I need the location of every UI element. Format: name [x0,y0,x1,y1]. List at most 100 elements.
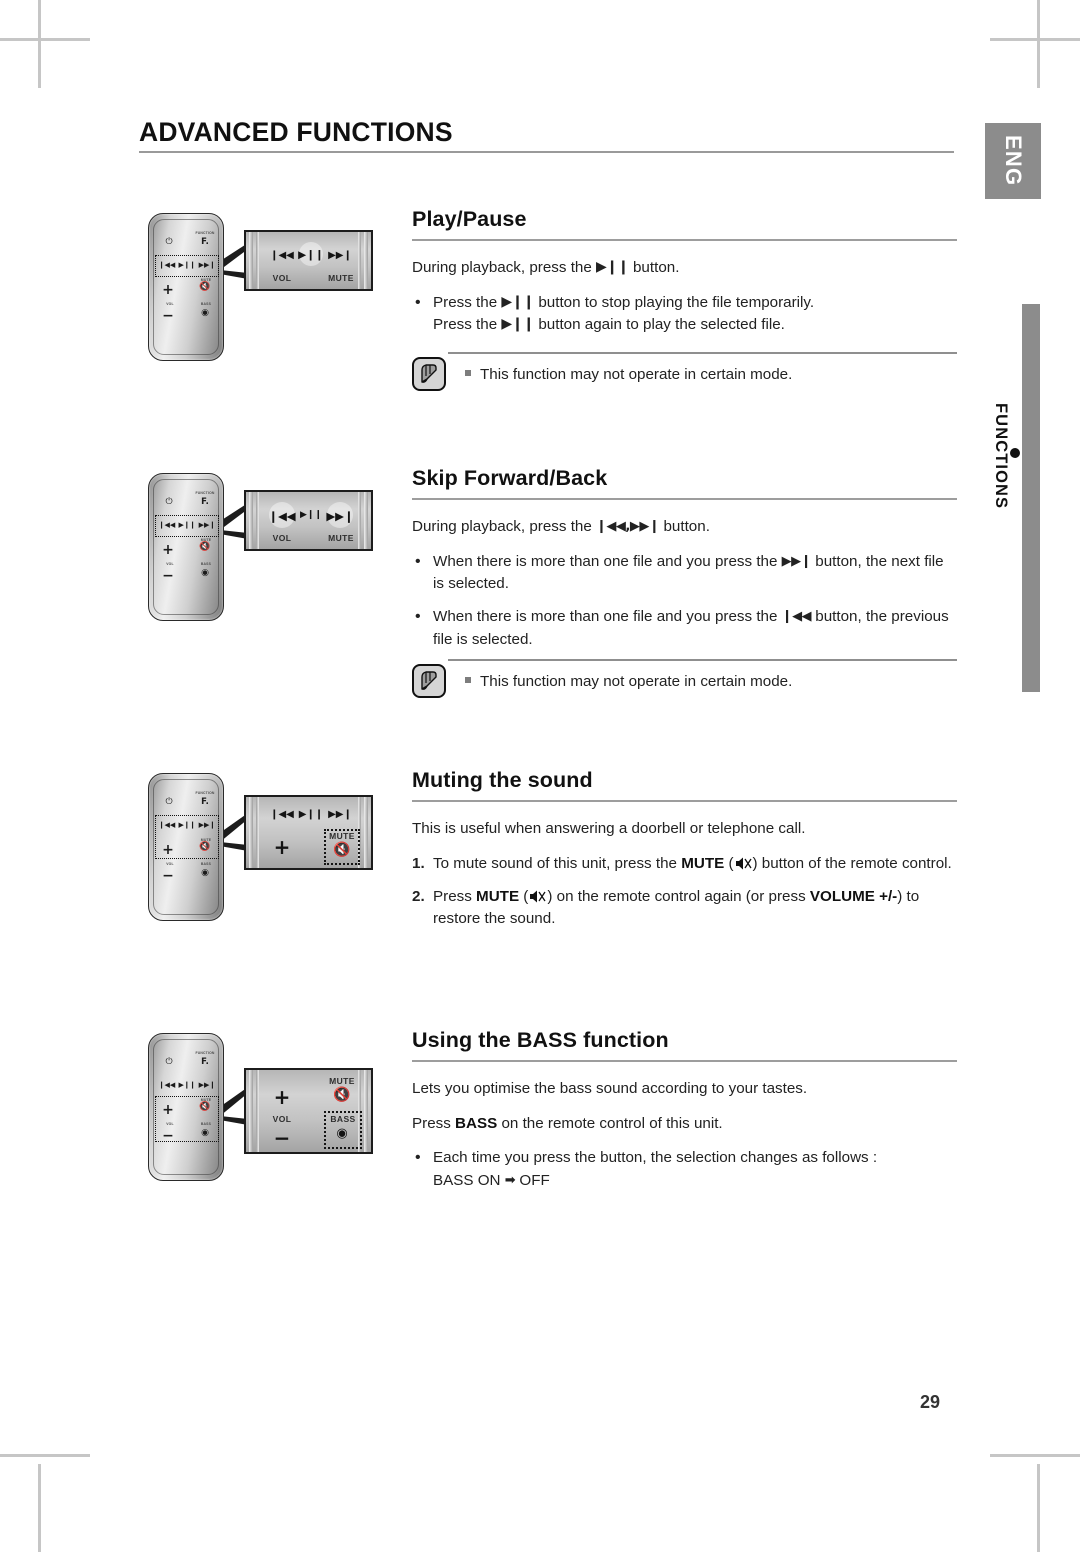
callout-next-key: ▶▶❙ [326,509,354,523]
note-text: This function may not operate in certain… [480,673,793,690]
section-bullet: Press the ▶❙❙ button to stop playing the… [412,291,957,337]
callout-volume-up-key: + [273,1085,291,1109]
page-number: 29 [920,1392,941,1412]
remote-bass-label: BASS [200,302,212,306]
chapter-side-label: FUNCTIONS [992,326,1020,586]
chapter-bullet-icon [1010,447,1020,458]
remote-control: ⏻ FUNCTION F. ❙◀◀ ▶❙❙ ▶▶❙ + MUTE 🔇 VOL B… [148,213,224,361]
note-icon [412,664,446,698]
arrow-icon: ➡ [504,1172,516,1188]
remote-next-key: ▶▶❙ [198,521,216,529]
remote-bass-key: ◉ [201,1128,209,1138]
callout-mute-label: MUTE [328,533,354,543]
remote-power-key: ⏻ [165,1057,173,1067]
remote-prev-key: ❙◀◀ [158,1081,176,1089]
remote-volume-down-key: − [162,868,174,884]
section-bullet: When there is more than one file and you… [412,550,957,596]
note-divider [448,352,957,354]
callout-bass: MUTE + 🔇 VOL BASS − ◉ [244,1068,373,1154]
volume-keyword: VOLUME +/- [809,887,898,905]
callout-volume-up-key: + [273,835,291,859]
note-text-wrap: This function may not operate in certain… [465,364,945,385]
section-press-line: Press BASS on the remote control of this… [412,1114,723,1132]
section-divider [412,1060,957,1062]
remote-prev-key: ❙◀◀ [158,521,176,529]
remote-mute-key: 🔇 [199,282,211,292]
bass-keyword: BASS [455,1114,498,1132]
section-divider [412,498,957,500]
section-muting-the-sound: Muting the sound This is useful when ans… [412,768,957,942]
crop-mark-top-right-v [1037,0,1040,88]
playpause-glyph: ▶❙❙ [596,259,629,275]
mute-keyword: MUTE [681,854,725,872]
callout-prev-key: ❙◀◀ [268,509,296,523]
section-intro: Lets you optimise the bass sound accordi… [412,1080,808,1097]
callout-playpause: ❙◀◀ ▶❙❙ ▶▶❙ VOL MUTE [244,230,373,291]
callout-playpause-key: ▶❙❙ [298,809,324,820]
crop-mark-bottom-left-v [38,1464,41,1552]
section-divider [412,239,957,241]
section-intro: During playback, press the ▶❙❙ button. [412,259,680,276]
callout-mute-label: MUTE [329,831,355,841]
remote-function-label: FUNCTION [195,1051,215,1055]
callout-skip: ❙◀◀ ▶❙❙ ▶▶❙ VOL MUTE [244,490,373,551]
playpause-glyph: ▶❙❙ [501,293,535,310]
figure-play-pause: ⏻ FUNCTION F. ❙◀◀ ▶❙❙ ▶▶❙ + MUTE 🔇 VOL B… [148,213,373,361]
callout-next-key: ▶▶❙ [328,809,352,820]
section-heading: Using the BASS function [412,1028,669,1052]
remote-next-key: ▶▶❙ [198,821,216,829]
remote-next-key: ▶▶❙ [198,1081,216,1089]
callout-playpause-key: ▶❙❙ [298,249,324,261]
remote-playpause-key: ▶❙❙ [178,821,196,829]
remote-volume-label: VOL [166,862,174,866]
figure-skip: ⏻ FUNCTION F. ❙◀◀ ▶❙❙ ▶▶❙ + MUTE 🔇 VOL B… [148,473,373,621]
crop-mark-top-left-v [38,0,41,88]
remote-volume-down-key: − [162,568,174,584]
remote-volume-label: VOL [166,1122,174,1126]
note-bullet-icon [465,677,471,683]
remote-bass-key: ◉ [201,308,209,318]
callout-vol-label: VOL [272,273,292,283]
remote-bass-label: BASS [200,862,212,866]
remote-control: ⏻ FUNCTION F. ❙◀◀ ▶❙❙ ▶▶❙ + MUTE 🔇 VOL B… [148,473,224,621]
mute-keyword: MUTE [476,887,520,905]
remote-power-key: ⏻ [165,797,173,807]
remote-volume-down-key: − [162,1128,174,1144]
mute-icon [529,889,546,904]
remote-function-key: F. [201,497,209,507]
callout-mute-label: MUTE [329,1076,355,1086]
crop-mark-bottom-right-h [990,1454,1080,1457]
callout-vol-label: VOL [272,533,292,543]
language-tab: ENG [985,123,1041,199]
section-step: 1. To mute sound of this unit, press the … [412,853,957,875]
skip-glyphs: ❙◀◀,▶▶❙ [596,519,660,534]
remote-control: ⏻ FUNCTION F. ❙◀◀ ▶❙❙ ▶▶❙ + MUTE 🔇 VOL B… [148,1033,224,1181]
callout-bass-key: ◉ [336,1126,348,1141]
section-play-pause: Play/Pause During playback, press the ▶❙… [412,207,957,348]
crop-mark-top-right-h [990,38,1080,41]
callout-mute: ❙◀◀ ▶❙❙ ▶▶❙ + MUTE 🔇 [244,795,373,870]
remote-volume-down-key: − [162,308,174,324]
remote-power-key: ⏻ [165,237,173,247]
section-step: 2. Press MUTE () on the remote control ag… [412,887,920,928]
chapter-side-bar [1022,304,1040,692]
callout-mute-key: 🔇 [333,842,351,858]
section-bullet: When there is more than one file and you… [412,605,957,651]
remote-playpause-key: ▶❙❙ [178,1081,196,1089]
note-text: This function may not operate in certain… [480,366,793,383]
note-divider [448,659,957,661]
remote-volume-label: VOL [166,562,174,566]
callout-vol-label: VOL [272,1114,292,1124]
section-intro: This is useful when answering a doorbell… [412,820,806,837]
callout-prev-key: ❙◀◀ [270,809,294,820]
remote-bass-label: BASS [200,562,212,566]
figure-mute: ⏻ FUNCTION F. ❙◀◀ ▶❙❙ ▶▶❙ + MUTE 🔇 VOL B… [148,773,373,921]
section-heading: Play/Pause [412,207,527,231]
chapter-side-text: FUNCTIONS [992,402,1010,510]
remote-control: ⏻ FUNCTION F. ❙◀◀ ▶❙❙ ▶▶❙ + MUTE 🔇 VOL B… [148,773,224,921]
callout-bass-label: BASS [330,1114,356,1124]
remote-mute-key: 🔇 [199,542,211,552]
remote-volume-up-key: + [162,542,174,558]
crop-mark-bottom-right-v [1037,1464,1040,1552]
callout-volume-down-key: − [273,1126,291,1150]
